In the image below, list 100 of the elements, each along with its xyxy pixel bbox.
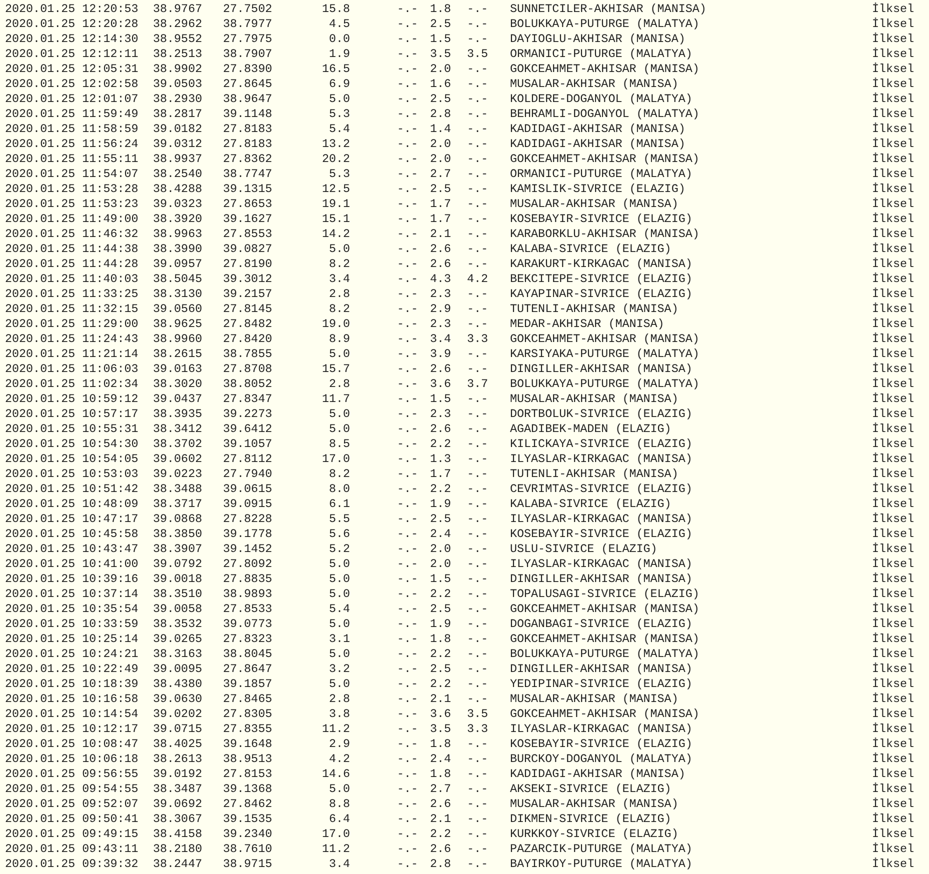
mw-magnitude: -.-	[466, 17, 488, 32]
depth: 3.2	[328, 662, 350, 677]
location: ORMANICI-PUTURGE (MALATYA)	[510, 167, 694, 182]
depth: 8.8	[328, 797, 350, 812]
location: DINGILLER-AKHISAR (MANISA)	[510, 572, 694, 587]
date-time: 2020.01.25 10:53:03	[5, 467, 140, 482]
latitude: 39.0437	[153, 392, 204, 407]
depth: 6.1	[328, 497, 350, 512]
depth: 5.0	[328, 347, 350, 362]
location: BURCKOY-DOGANYOL (MALATYA)	[510, 752, 694, 767]
depth: 5.0	[328, 782, 350, 797]
solution-type: İlksel	[872, 332, 916, 347]
date-time: 2020.01.25 10:14:54	[5, 707, 140, 722]
ml-magnitude: 2.6	[428, 257, 451, 272]
mw-magnitude: -.-	[466, 497, 488, 512]
solution-type: İlksel	[872, 782, 916, 797]
ml-magnitude: 2.3	[428, 287, 451, 302]
depth: 8.2	[328, 302, 350, 317]
depth: 5.0	[328, 407, 350, 422]
longitude: 38.9647	[223, 92, 274, 107]
solution-type: İlksel	[872, 167, 916, 182]
mw-magnitude: 3.5	[466, 47, 488, 62]
latitude: 39.0560	[153, 302, 204, 317]
md-magnitude: -.-	[396, 32, 418, 47]
md-magnitude: -.-	[396, 632, 418, 647]
mw-magnitude: -.-	[466, 617, 488, 632]
depth: 8.5	[328, 437, 350, 452]
mw-magnitude: -.-	[466, 857, 488, 872]
ml-magnitude: 2.4	[428, 752, 451, 767]
location: MUSALAR-AKHISAR (MANISA)	[510, 197, 680, 212]
solution-type: İlksel	[872, 257, 916, 272]
depth: 17.0	[320, 827, 350, 842]
depth: 19.1	[320, 197, 350, 212]
md-magnitude: -.-	[396, 77, 418, 92]
ml-magnitude: 2.6	[428, 842, 451, 857]
mw-magnitude: -.-	[466, 557, 488, 572]
solution-type: İlksel	[872, 122, 916, 137]
mw-magnitude: 3.5	[466, 707, 488, 722]
location: KOSEBAYIR-SIVRICE (ELAZIG)	[510, 737, 694, 752]
depth: 4.2	[328, 752, 350, 767]
latitude: 38.2180	[153, 842, 204, 857]
solution-type: İlksel	[872, 752, 916, 767]
latitude: 38.4158	[153, 827, 204, 842]
location: ORMANICI-PUTURGE (MALATYA)	[510, 47, 694, 62]
mw-magnitude: -.-	[466, 602, 488, 617]
md-magnitude: -.-	[396, 377, 418, 392]
location: KOSEBAYIR-SIVRICE (ELAZIG)	[510, 212, 694, 227]
ml-magnitude: 2.5	[428, 182, 451, 197]
ml-magnitude: 2.0	[428, 557, 451, 572]
location: DIKMEN-SIVRICE (ELAZIG)	[510, 812, 672, 827]
ml-magnitude: 1.7	[428, 467, 451, 482]
mw-magnitude: -.-	[466, 587, 488, 602]
ml-magnitude: 2.5	[428, 17, 451, 32]
solution-type: İlksel	[872, 542, 916, 557]
ml-magnitude: 2.2	[428, 437, 451, 452]
ml-magnitude: 2.2	[428, 587, 451, 602]
solution-type: İlksel	[872, 92, 916, 107]
depth: 0.0	[328, 32, 350, 47]
solution-type: İlksel	[872, 827, 916, 842]
solution-type: İlksel	[872, 692, 916, 707]
solution-type: İlksel	[872, 812, 916, 827]
location: GOKCEAHMET-AKHISAR (MANISA)	[510, 152, 700, 167]
date-time: 2020.01.25 09:56:55	[5, 767, 140, 782]
date-time: 2020.01.25 09:49:15	[5, 827, 140, 842]
depth: 19.0	[320, 317, 350, 332]
date-time: 2020.01.25 10:39:16	[5, 572, 140, 587]
depth: 15.7	[320, 362, 350, 377]
longitude: 38.7855	[223, 347, 274, 362]
location: SUNNETCILER-AKHISAR (MANISA)	[510, 2, 708, 17]
solution-type: İlksel	[872, 482, 916, 497]
mw-magnitude: -.-	[466, 77, 488, 92]
md-magnitude: -.-	[396, 767, 418, 782]
mw-magnitude: -.-	[466, 287, 488, 302]
longitude: 38.9715	[223, 857, 274, 872]
solution-type: İlksel	[872, 77, 916, 92]
latitude: 39.0202	[153, 707, 204, 722]
latitude: 39.0018	[153, 572, 204, 587]
solution-type: İlksel	[872, 572, 916, 587]
md-magnitude: -.-	[396, 272, 418, 287]
solution-type: İlksel	[872, 587, 916, 602]
longitude: 38.7907	[223, 47, 274, 62]
latitude: 38.9552	[153, 32, 204, 47]
ml-magnitude: 2.6	[428, 362, 451, 377]
longitude: 27.8835	[223, 572, 274, 587]
depth: 5.5	[328, 512, 350, 527]
mw-magnitude: -.-	[466, 122, 488, 137]
ml-magnitude: 2.7	[428, 782, 451, 797]
depth: 15.8	[320, 2, 350, 17]
solution-type: İlksel	[872, 317, 916, 332]
location: USLU-SIVRICE (ELAZIG)	[510, 542, 658, 557]
solution-type: İlksel	[872, 47, 916, 62]
date-time: 2020.01.25 10:06:18	[5, 752, 140, 767]
date-time: 2020.01.25 10:54:05	[5, 452, 140, 467]
solution-type: İlksel	[872, 62, 916, 77]
solution-type: İlksel	[872, 677, 916, 692]
solution-type: İlksel	[872, 767, 916, 782]
date-time: 2020.01.25 10:55:31	[5, 422, 140, 437]
depth: 5.2	[328, 542, 350, 557]
depth: 11.7	[320, 392, 350, 407]
ml-magnitude: 1.5	[428, 32, 451, 47]
